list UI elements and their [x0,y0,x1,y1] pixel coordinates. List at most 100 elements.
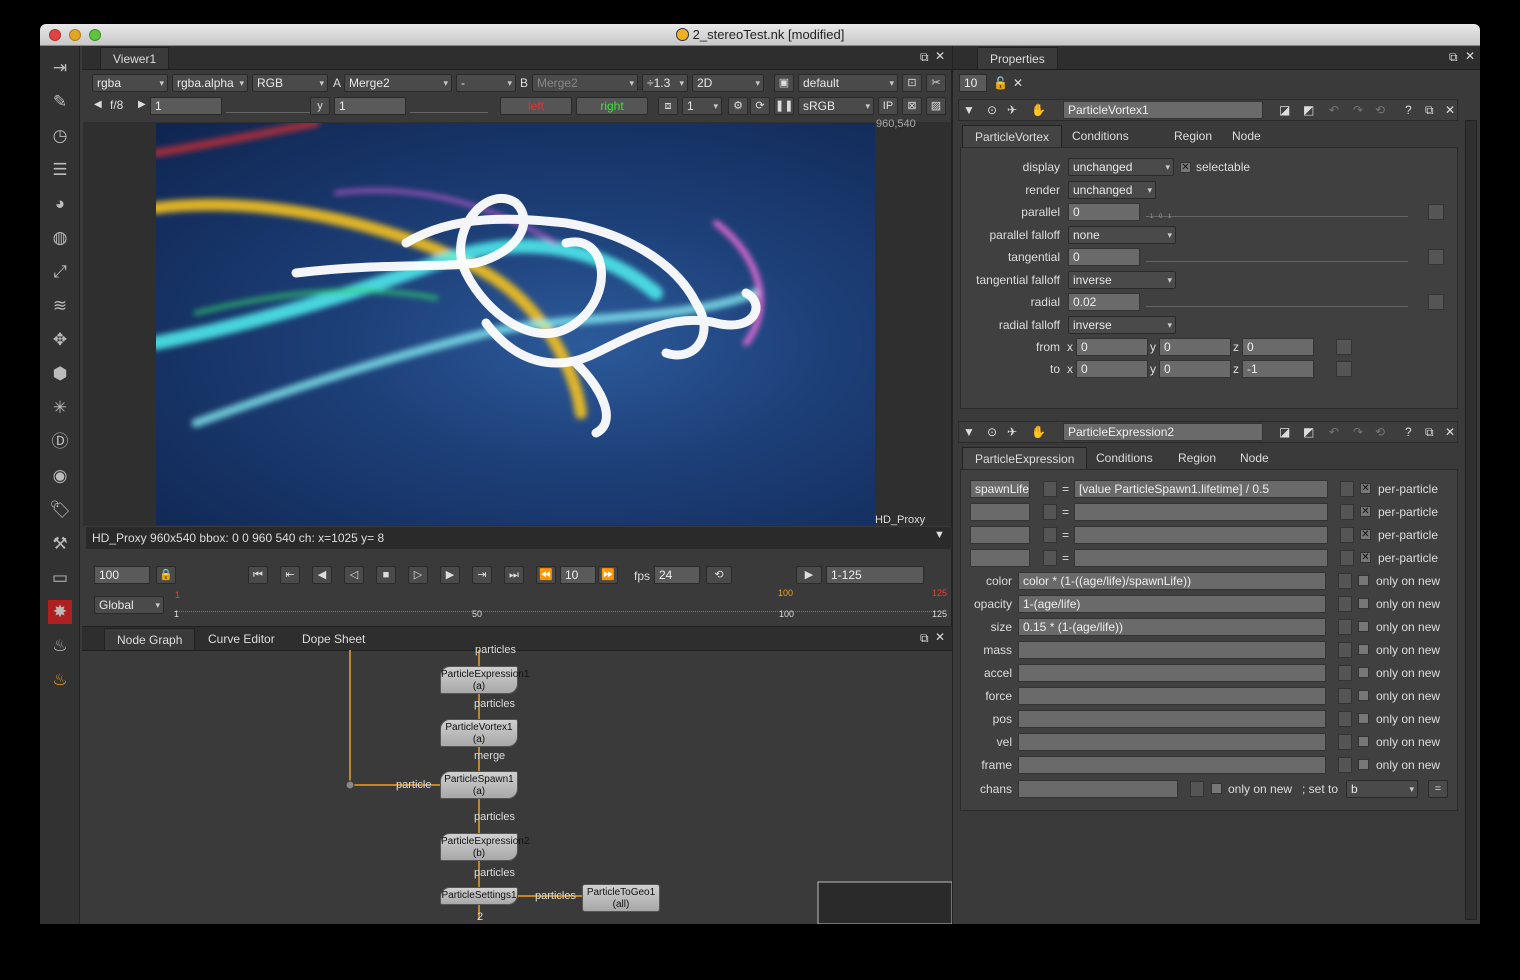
attr-anim-icon[interactable] [1338,573,1352,589]
attr-expr-field[interactable]: 0.15 * (1-(age/life)) [1018,618,1326,636]
keyer-tool-icon[interactable]: ⤢ [48,260,72,284]
tangential-falloff-dropdown[interactable]: inverse [1068,271,1176,289]
radial-falloff-dropdown[interactable]: inverse [1068,316,1176,334]
attr-anim-icon[interactable] [1338,711,1352,727]
from-x-field[interactable]: 0 [1076,338,1148,356]
play-forward-button[interactable]: ▷ [408,566,428,584]
float-pane-icon[interactable]: ⧉ [920,50,929,65]
to-y-field[interactable]: 0 [1159,360,1231,378]
only-on-new-checkbox[interactable] [1358,621,1369,632]
alpha-dropdown[interactable]: rgba.alpha [172,74,248,92]
temp-anim-icon[interactable] [1043,481,1057,497]
properties-scrollbar[interactable] [1465,120,1477,920]
fstop-next-icon[interactable]: ▶ [138,99,146,110]
attr-anim-icon[interactable] [1338,734,1352,750]
float-pane-icon[interactable]: ⧉ [920,631,929,646]
step-field[interactable]: 10 [560,566,596,584]
node-particle-settings1[interactable]: ParticleSettings1 [440,887,518,905]
temp-flag-anim-icon[interactable] [1340,481,1354,497]
disable-icon[interactable]: ⊙ [987,425,997,439]
draw-tool-icon[interactable]: ✎ [48,90,72,114]
step-back-button[interactable]: ⏪ [536,566,556,584]
node-particle-spawn1[interactable]: ParticleSpawn1 (a) [440,771,518,799]
gamma-slider[interactable] [410,99,488,113]
attr-expr-field[interactable] [1018,710,1326,728]
viewer-icon[interactable]: ✈ [1007,103,1017,117]
temp-flag-anim-icon[interactable] [1340,550,1354,566]
icon-toggle-icon[interactable]: ◪ [1279,425,1290,439]
lut-dropdown[interactable]: default [798,74,898,92]
set-to-dropdown[interactable]: b [1346,780,1418,798]
per-particle-checkbox[interactable]: ✕ [1360,483,1371,494]
tab-particle-expression[interactable]: ParticleExpression [962,447,1088,469]
overscan-icon[interactable]: ✂ [926,74,946,92]
fire-tool-icon[interactable]: ♨ [48,668,72,692]
float-icon[interactable]: ⧉ [1425,103,1434,118]
tab-node[interactable]: Node [1220,125,1273,147]
help-icon[interactable]: ? [1405,425,1412,439]
radial-anim-icon[interactable] [1428,294,1444,310]
lock-panels-icon[interactable]: 🔓 [993,76,1008,90]
redo-icon[interactable]: ↷ [1353,103,1363,117]
revert-icon[interactable]: ⟲ [1375,103,1385,117]
compare-op-dropdown[interactable]: - [456,74,516,92]
undo-icon[interactable]: ↶ [1329,425,1339,439]
undo-icon[interactable]: ↶ [1329,103,1339,117]
other-tool-icon[interactable]: ▭ [48,566,72,590]
parallel-falloff-dropdown[interactable]: none [1068,226,1176,244]
attr-anim-icon[interactable] [1338,619,1352,635]
tab-node-graph[interactable]: Node Graph [104,628,196,650]
display-dropdown[interactable]: unchanged [1068,158,1174,176]
clip-icon[interactable]: ⚙ [728,97,748,115]
temp-anim-icon[interactable] [1043,504,1057,520]
fps-field[interactable]: 24 [654,566,700,584]
a-input-dropdown[interactable]: Merge2 [344,74,452,92]
temp-expr-field[interactable] [1074,526,1328,544]
timeline-mode-dropdown[interactable]: Global [94,596,164,614]
3d-tool-icon[interactable]: ⬢ [48,362,72,386]
close-window-button[interactable] [49,29,61,41]
colorspace-dropdown[interactable]: RGB [252,74,328,92]
chans-only-on-new-checkbox[interactable] [1211,783,1222,794]
right-view-button[interactable]: right [576,97,648,115]
display-lut-dropdown[interactable]: sRGB [798,97,874,115]
temp-expr-field[interactable] [1074,549,1328,567]
channel-tool-icon[interactable]: ☰ [48,158,72,182]
furnace-tool-icon[interactable]: ✸ [48,600,72,624]
to-anim-icon[interactable] [1336,361,1352,377]
parallel-slider[interactable] [1146,203,1408,217]
icon-toggle-icon[interactable]: ◩ [1303,425,1314,439]
per-particle-checkbox[interactable]: ✕ [1360,552,1371,563]
close-pane-icon[interactable]: ✕ [935,49,945,63]
only-on-new-checkbox[interactable] [1358,759,1369,770]
transform-tool-icon[interactable]: ✥ [48,328,72,352]
zoom-dropdown[interactable]: ÷1.3 [642,74,688,92]
timeline-ruler[interactable] [174,600,938,612]
chans-field[interactable] [1018,780,1178,798]
to-z-field[interactable]: -1 [1242,360,1314,378]
per-particle-checkbox[interactable]: ✕ [1360,529,1371,540]
minimize-window-button[interactable] [69,29,81,41]
revert-icon[interactable]: ⟲ [1375,425,1385,439]
temp-flag-anim-icon[interactable] [1340,504,1354,520]
node-particle-to-geo1[interactable]: ParticleToGeo1 (all) [582,884,660,912]
temp-name-field[interactable] [970,549,1030,567]
attr-anim-icon[interactable] [1338,757,1352,773]
color-icon[interactable]: ✋ [1031,103,1046,117]
only-on-new-checkbox[interactable] [1358,690,1369,701]
icon-toggle-icon[interactable]: ◩ [1303,103,1314,117]
temp-expr-field[interactable] [1074,503,1328,521]
tangential-field[interactable]: 0 [1068,248,1140,266]
filter-tool-icon[interactable]: ◍ [48,226,72,250]
first-frame-button[interactable]: ⏮ [248,566,268,584]
attr-expr-field[interactable] [1018,733,1326,751]
loop-mode-icon[interactable]: ⟲ [706,566,732,584]
close-icon[interactable]: ✕ [1445,103,1455,117]
temp-name-field[interactable] [970,503,1030,521]
per-particle-checkbox[interactable]: ✕ [1360,506,1371,517]
tab-region[interactable]: Region [1162,125,1224,147]
ocula-tool-icon[interactable]: ♨ [48,634,72,658]
parallel-field[interactable]: 0 [1068,203,1140,221]
frame-range-field[interactable]: 1-125 [826,566,924,584]
attr-expr-field[interactable]: color * (1-((age/life)/spawnLife)) [1018,572,1326,590]
